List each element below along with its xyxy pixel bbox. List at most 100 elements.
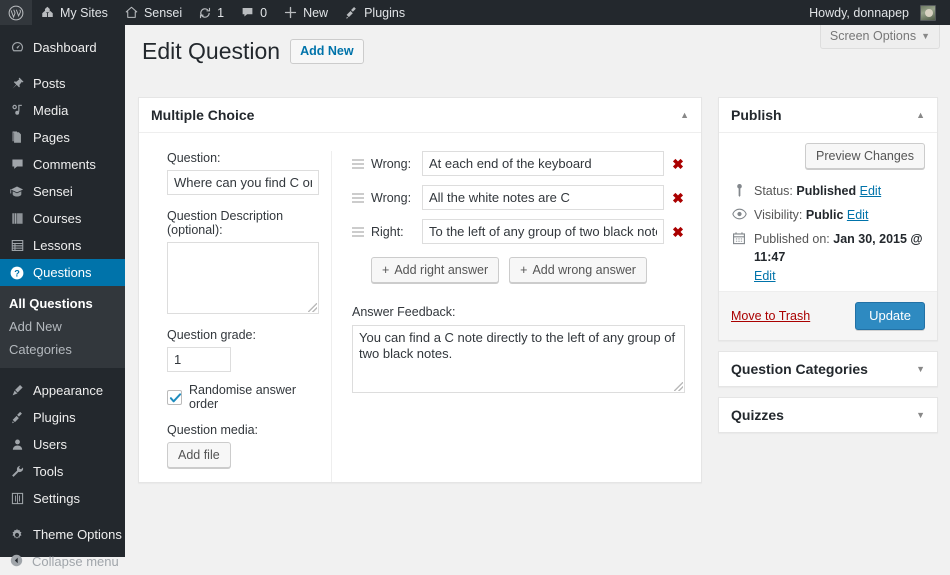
- collapse-menu-label: Collapse menu: [32, 554, 119, 569]
- delete-x-icon[interactable]: ✖: [671, 191, 685, 205]
- sidebar-item-appearance[interactable]: Appearance: [0, 377, 125, 404]
- admin-bar-item-plugins[interactable]: Plugins: [336, 0, 413, 25]
- eye-icon: [731, 206, 747, 222]
- question-label: Question:: [167, 151, 221, 165]
- admin-bar-item-updates[interactable]: 1: [190, 0, 232, 25]
- submenu-item-add-new[interactable]: Add New: [0, 315, 125, 338]
- book-icon: [9, 211, 25, 227]
- chevron-up-icon[interactable]: ▲: [916, 110, 925, 120]
- publish-header[interactable]: Publish ▲: [719, 98, 937, 133]
- sidebar-item-courses[interactable]: Courses: [0, 205, 125, 232]
- sidebar-item-pages[interactable]: Pages: [0, 124, 125, 151]
- admin-bar-item-new[interactable]: New: [275, 0, 336, 25]
- wordpress-logo-menu[interactable]: [0, 0, 32, 25]
- sidebar-item-lessons[interactable]: Lessons: [0, 232, 125, 259]
- answer-feedback-label: Answer Feedback:: [352, 305, 456, 319]
- dashboard-icon: [9, 40, 25, 56]
- visibility-label: Visibility:: [754, 208, 803, 222]
- sidebar-item-media[interactable]: Media: [0, 97, 125, 124]
- tools-wrench-icon: [9, 464, 25, 480]
- publish-visibility-text: Visibility: Public Edit: [754, 206, 868, 224]
- sidebar-item-questions[interactable]: ? Questions: [0, 259, 133, 286]
- submenu-item-all-questions[interactable]: All Questions: [0, 292, 125, 315]
- answer-feedback-wrap: [352, 325, 685, 393]
- update-button[interactable]: Update: [855, 302, 925, 330]
- sidebar-item-posts[interactable]: Posts: [0, 70, 125, 97]
- sidebar-item-comments[interactable]: Comments: [0, 151, 125, 178]
- plus-icon: +: [382, 263, 390, 277]
- sidebar-item-sensei[interactable]: Sensei: [0, 178, 125, 205]
- add-right-answer-button[interactable]: + Add right answer: [371, 257, 500, 283]
- randomise-answer-order-row: Randomise answer order: [167, 383, 319, 411]
- move-to-trash-link[interactable]: Move to Trash: [731, 309, 810, 323]
- chevron-up-icon[interactable]: ▲: [680, 110, 689, 120]
- chevron-down-icon[interactable]: ▼: [916, 364, 925, 374]
- question-categories-header[interactable]: Question Categories ▼: [719, 352, 937, 386]
- metabox-title: Multiple Choice: [151, 107, 255, 123]
- sidebar-item-theme-options[interactable]: Theme Options: [0, 521, 125, 548]
- add-file-button[interactable]: Add file: [167, 442, 231, 468]
- answer-input[interactable]: [422, 219, 664, 244]
- pages-icon: [9, 130, 25, 146]
- question-grade-input[interactable]: [167, 347, 231, 372]
- visibility-value: Public: [805, 208, 844, 222]
- sidebar-item-users[interactable]: Users: [0, 431, 125, 458]
- users-icon: [9, 437, 25, 453]
- sidebar-item-label: Courses: [33, 211, 82, 226]
- preview-changes-button[interactable]: Preview Changes: [805, 143, 925, 169]
- appearance-brush-icon: [9, 383, 25, 399]
- sidebar-item-dashboard[interactable]: Dashboard: [0, 34, 125, 61]
- chevron-down-icon: ▼: [921, 30, 930, 41]
- sidebar-item-tools[interactable]: Tools: [0, 458, 125, 485]
- add-new-button[interactable]: Add New: [290, 39, 364, 64]
- sidebar-item-label: Sensei: [33, 184, 73, 199]
- answer-input[interactable]: [422, 151, 664, 176]
- drag-handle-icon[interactable]: [352, 192, 364, 204]
- metabox-title: Publish: [731, 107, 782, 123]
- admin-bar-item-site-name[interactable]: Sensei: [116, 0, 190, 25]
- drag-handle-icon[interactable]: [352, 226, 364, 238]
- sidebar-item-plugins[interactable]: Plugins: [0, 404, 125, 431]
- sidebar-item-settings[interactable]: Settings: [0, 485, 125, 512]
- delete-x-icon[interactable]: ✖: [671, 157, 685, 171]
- add-wrong-answer-button[interactable]: + Add wrong answer: [509, 257, 647, 283]
- edit-status-link[interactable]: Edit: [860, 184, 882, 198]
- admin-bar-item-my-sites[interactable]: My Sites: [32, 0, 116, 25]
- sidebar-item-label: Appearance: [33, 383, 104, 398]
- delete-x-icon[interactable]: ✖: [671, 225, 685, 239]
- plus-icon: [283, 5, 298, 20]
- admin-bar-right: Howdy, donnapep: [801, 0, 950, 25]
- site-home-icon: [124, 5, 139, 20]
- screen-options-label: Screen Options: [829, 29, 917, 43]
- admin-bar-item-comments[interactable]: 0: [232, 0, 275, 25]
- page-title: Edit Question: [142, 38, 281, 64]
- answer-feedback-textarea[interactable]: [352, 325, 685, 393]
- sidebar-item-label: Dashboard: [33, 40, 97, 55]
- submenu-item-categories[interactable]: Categories: [0, 338, 125, 361]
- admin-bar: My Sites Sensei 1 0 New Plugins Howdy, d…: [0, 0, 950, 25]
- sidebar-item-label: Pages: [33, 130, 70, 145]
- answer-input[interactable]: [422, 185, 664, 210]
- multiple-choice-header[interactable]: Multiple Choice ▲: [139, 98, 701, 133]
- answers-column: Wrong: ✖ Wrong: ✖ Right: ✖: [332, 151, 701, 482]
- menu-spacer: [0, 368, 125, 377]
- question-description-textarea[interactable]: [167, 242, 319, 314]
- chevron-down-icon[interactable]: ▼: [916, 410, 925, 420]
- randomise-answer-order-checkbox[interactable]: [167, 389, 182, 405]
- admin-bar-label: New: [303, 5, 329, 20]
- screen-options-toggle[interactable]: Screen Options ▼: [819, 25, 940, 49]
- collapse-menu-button[interactable]: Collapse menu: [0, 548, 125, 575]
- drag-handle-icon[interactable]: [352, 158, 364, 170]
- sidebar-item-label: Settings: [33, 491, 80, 506]
- edit-visibility-link[interactable]: Edit: [847, 208, 869, 222]
- metabox-title: Question Categories: [731, 361, 868, 377]
- preview-row: Preview Changes: [719, 143, 937, 179]
- admin-bar-label: Plugins: [364, 5, 406, 20]
- plugins-icon: [344, 5, 359, 20]
- question-input[interactable]: [167, 170, 319, 195]
- quizzes-header[interactable]: Quizzes ▼: [719, 398, 937, 432]
- edit-date-link[interactable]: Edit: [754, 269, 776, 283]
- my-account-menu[interactable]: Howdy, donnapep: [801, 0, 944, 25]
- page-header: Edit Question Add New: [142, 37, 364, 66]
- questions-submenu: All Questions Add New Categories: [0, 286, 125, 368]
